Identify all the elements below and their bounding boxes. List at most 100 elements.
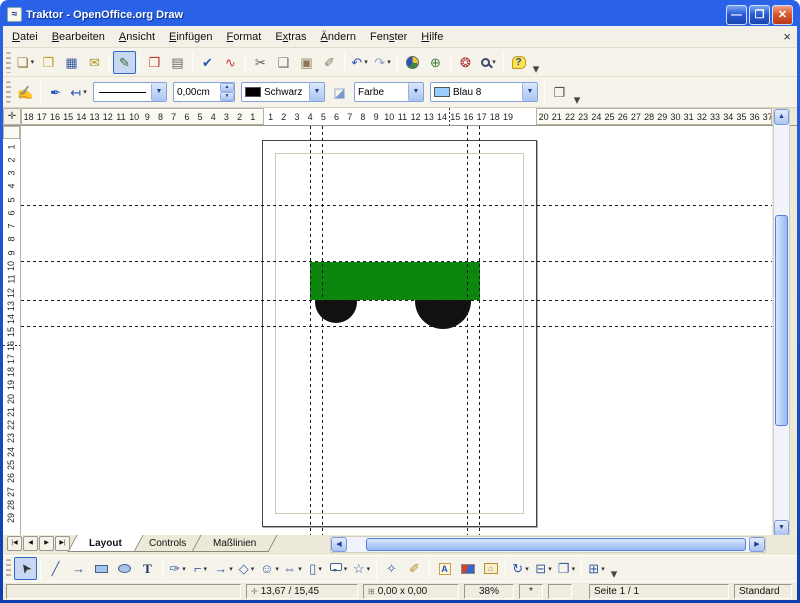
help-icon[interactable]: ?	[507, 51, 530, 74]
zoom-level-segment[interactable]: 38%	[464, 584, 514, 599]
symbol-shapes-icon[interactable]: ☺▾	[258, 557, 281, 580]
dropdown-arrow-icon[interactable]: ▾	[367, 565, 371, 573]
title-bar[interactable]: ≈ Traktor - OpenOffice.org Draw — ❐ ✕	[3, 3, 797, 26]
minimize-button[interactable]: —	[726, 5, 747, 25]
flowchart-icon[interactable]: ▯▾	[304, 557, 327, 580]
horizontal-scrollbar-thumb[interactable]	[366, 538, 746, 551]
menu-bearbeiten[interactable]: Bearbeiten	[45, 28, 112, 46]
chart-icon[interactable]	[401, 51, 424, 74]
fill-color-select[interactable]: Blau 8▼	[430, 82, 538, 102]
dropdown-arrow-icon[interactable]: ▾	[298, 565, 302, 573]
toolbar-more-icon[interactable]: ▾	[571, 92, 583, 106]
menu-ansicht[interactable]: Ansicht	[112, 28, 162, 46]
select-pointer-icon[interactable]: ➤	[14, 557, 37, 580]
ellipse-icon[interactable]	[113, 557, 136, 580]
zoom-icon[interactable]: ▾	[477, 51, 500, 74]
spellcheck-icon[interactable]: ✔	[196, 51, 219, 74]
arrange-icon[interactable]: ❐▾	[555, 557, 578, 580]
toolbar-more-icon[interactable]: ▾	[608, 566, 620, 580]
gallery-icon[interactable]: ⌂	[479, 557, 502, 580]
dropdown-arrow-icon[interactable]: ▾	[318, 565, 322, 573]
rectangle-icon[interactable]	[90, 557, 113, 580]
rotate-icon[interactable]: ↻▾	[509, 557, 532, 580]
vertical-ruler[interactable]: 1234567891011121314151617181920212223242…	[3, 126, 21, 535]
email-icon[interactable]: ✉	[83, 51, 106, 74]
line-icon[interactable]: ╱	[44, 557, 67, 580]
menu-hilfe[interactable]: Hilfe	[414, 28, 450, 46]
callouts-icon[interactable]: ▾	[327, 557, 350, 580]
snap-guide-vertical[interactable]	[479, 126, 480, 535]
dropdown-arrow-icon[interactable]: ▾	[344, 565, 348, 573]
snap-guide-horizontal[interactable]	[21, 300, 772, 301]
glue-points-icon[interactable]: ✐	[403, 557, 426, 580]
toolbar-grip[interactable]	[6, 52, 11, 73]
dropdown-arrow-icon[interactable]: ▾	[492, 58, 496, 66]
dropdown-arrow-icon[interactable]: ▼	[151, 83, 166, 101]
first-page-button[interactable]: |◀	[7, 536, 22, 551]
close-button[interactable]: ✕	[772, 5, 793, 25]
arrow-icon[interactable]: →	[67, 557, 90, 580]
undo-icon[interactable]: ↶▾	[348, 51, 371, 74]
dropdown-arrow-icon[interactable]: ▾	[251, 565, 255, 573]
shadow-icon[interactable]: ❐	[548, 81, 571, 104]
line-width-spinner[interactable]: 0,00cm▲▼	[173, 82, 235, 102]
horizontal-scrollbar[interactable]: ◀ ▶	[330, 536, 766, 553]
dropdown-arrow-icon[interactable]: ▾	[572, 565, 576, 573]
open-folder-icon[interactable]: ❐	[37, 51, 60, 74]
auto-spellcheck-icon[interactable]: ∿	[219, 51, 242, 74]
menu-ndern[interactable]: Ändern	[314, 28, 363, 46]
web-icon[interactable]: ⊕	[424, 51, 447, 74]
navigator-icon[interactable]: ❂	[454, 51, 477, 74]
basic-shapes-icon[interactable]: ◇▾	[235, 557, 258, 580]
dropdown-arrow-icon[interactable]: ▾	[275, 565, 279, 573]
dropdown-arrow-icon[interactable]: ▾	[229, 565, 233, 573]
tab-maßlinien[interactable]: Maßlinien	[192, 535, 278, 552]
dropdown-arrow-icon[interactable]: ▼	[309, 83, 324, 101]
paste-icon[interactable]: ▣	[295, 51, 318, 74]
spin-up-icon[interactable]: ▲	[220, 83, 234, 92]
insert-icon[interactable]: ⊞▾	[585, 557, 608, 580]
dropdown-arrow-icon[interactable]: ▾	[31, 58, 35, 66]
format-paintbrush-icon[interactable]: ✐	[318, 51, 341, 74]
spinner-buttons[interactable]: ▲▼	[220, 83, 234, 101]
line-style-select[interactable]: ▼	[93, 82, 167, 102]
print-icon[interactable]: ▤	[166, 51, 189, 74]
scroll-up-icon[interactable]: ▲	[774, 109, 789, 125]
dropdown-arrow-icon[interactable]: ▾	[601, 565, 605, 573]
lines-arrows-icon[interactable]: →▾	[212, 557, 235, 580]
dropdown-arrow-icon[interactable]: ▼	[522, 83, 537, 101]
dropdown-arrow-icon[interactable]: ▼	[408, 83, 423, 101]
snap-guide-vertical[interactable]	[467, 126, 468, 535]
dropdown-arrow-icon[interactable]: ▾	[525, 565, 529, 573]
points-icon[interactable]: ✧	[380, 557, 403, 580]
scroll-down-icon[interactable]: ▼	[774, 520, 789, 536]
save-icon[interactable]: ▦	[60, 51, 83, 74]
dropdown-arrow-icon[interactable]: ▾	[182, 565, 186, 573]
redo-icon[interactable]: ↷▾	[371, 51, 394, 74]
snap-guide-horizontal[interactable]	[21, 326, 772, 327]
block-arrows-icon[interactable]: ⇔▾	[281, 557, 304, 580]
menu-fenster[interactable]: Fenster	[363, 28, 414, 46]
vertical-scrollbar[interactable]: ▲ ▼	[773, 108, 790, 537]
vertical-scrollbar-thumb[interactable]	[775, 215, 788, 426]
snap-guide-horizontal[interactable]	[21, 205, 772, 206]
close-document-icon[interactable]: ×	[783, 31, 791, 43]
dropdown-arrow-icon[interactable]: ▾	[83, 88, 87, 96]
ruler-origin-button[interactable]: ✛	[3, 108, 21, 125]
previous-page-button[interactable]: ◀	[23, 536, 38, 551]
fill-icon[interactable]: ◪	[328, 81, 351, 104]
maximize-button[interactable]: ❐	[749, 5, 770, 25]
snap-guide-vertical[interactable]	[322, 126, 323, 535]
tractor-body-rectangle[interactable]	[310, 262, 480, 300]
fontwork-icon[interactable]: A	[433, 557, 456, 580]
toolbar-grip[interactable]	[6, 559, 11, 578]
menu-datei[interactable]: Datei	[5, 28, 45, 46]
alignment-icon[interactable]: ⊟▾	[532, 557, 555, 580]
connector-icon[interactable]: ⌐▾	[189, 557, 212, 580]
dropdown-arrow-icon[interactable]: ▾	[204, 565, 208, 573]
curve-icon[interactable]: ✑▾	[166, 557, 189, 580]
scroll-left-icon[interactable]: ◀	[331, 537, 347, 552]
from-file-icon[interactable]	[456, 557, 479, 580]
dropdown-arrow-icon[interactable]: ▾	[387, 58, 391, 66]
horizontal-ruler[interactable]: 181716151413121110987654321 123456789101…	[21, 108, 772, 125]
